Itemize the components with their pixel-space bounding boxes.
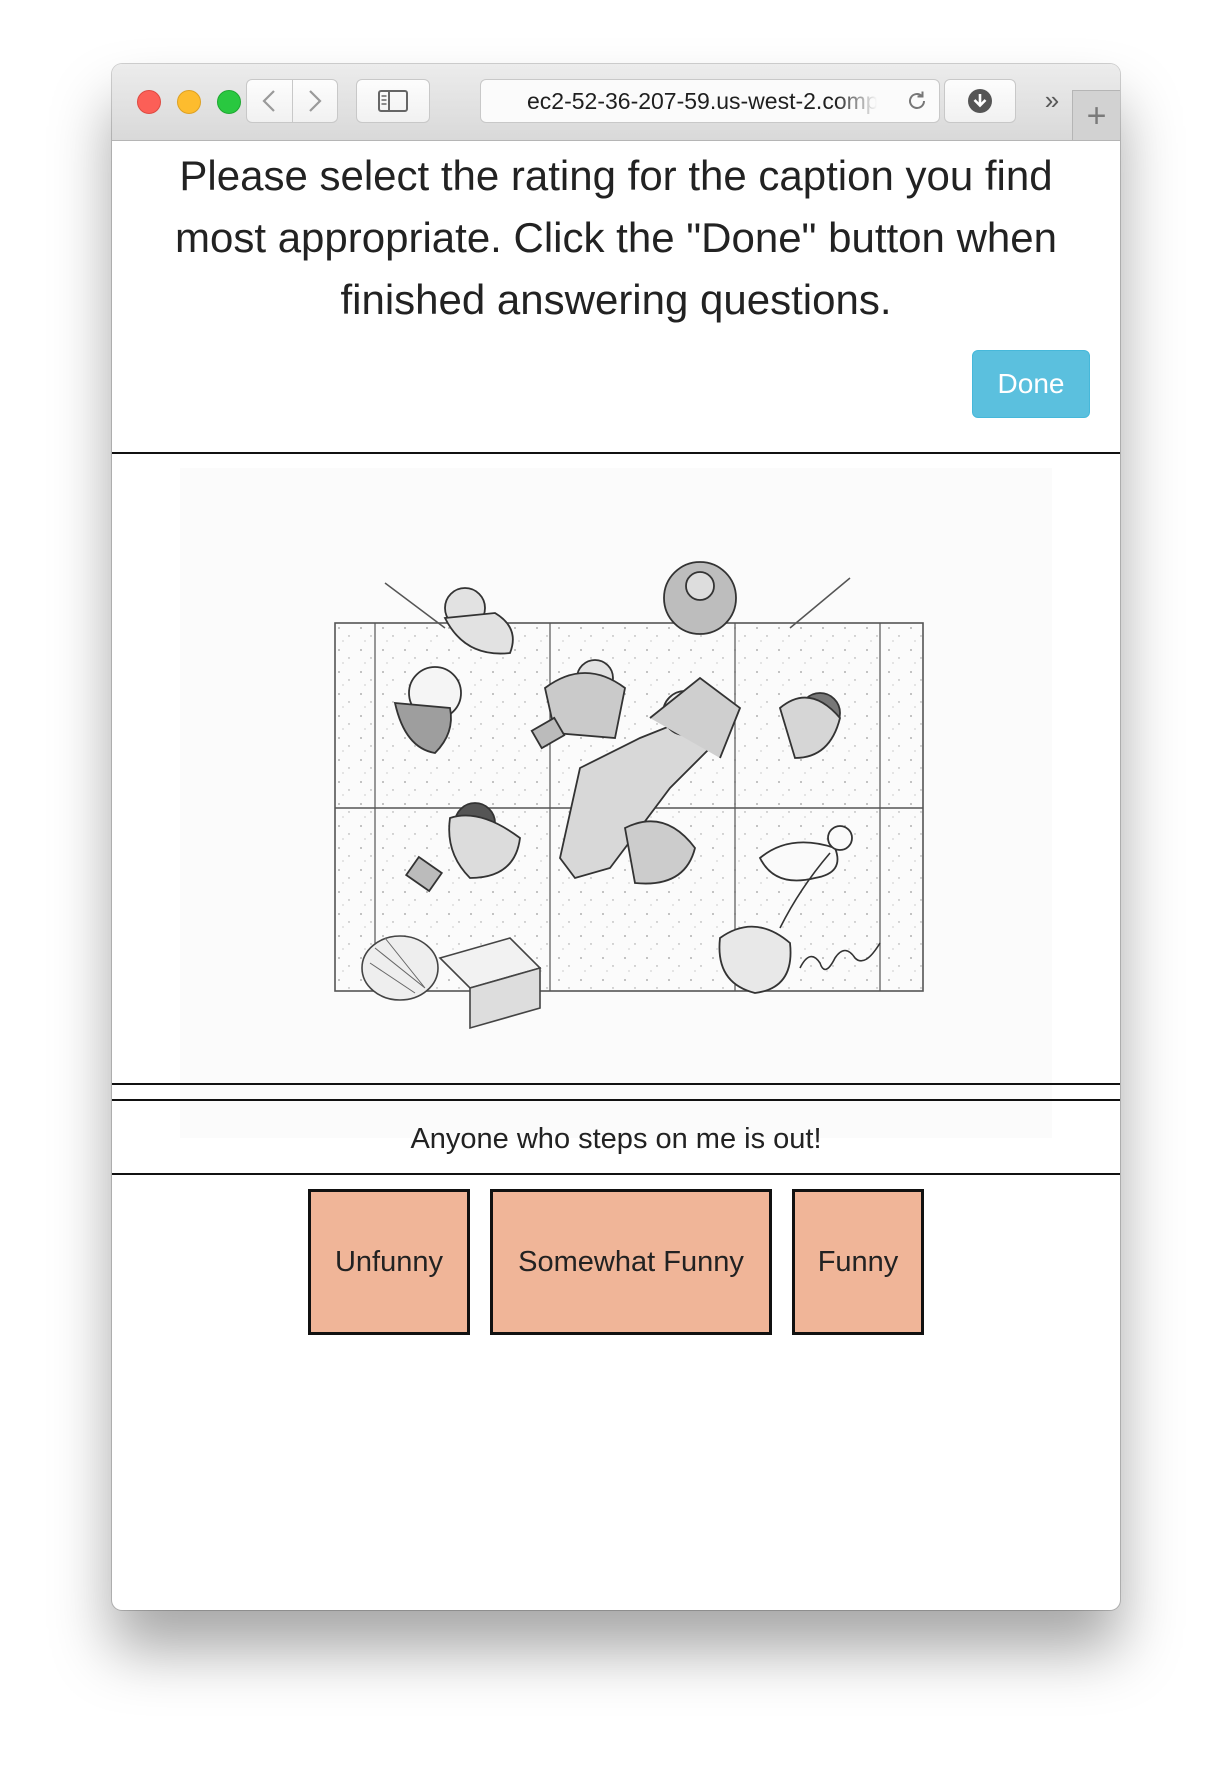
minimize-window-button[interactable] [177,90,201,114]
overflow-chevron-icon[interactable]: » [1030,78,1070,122]
download-icon [967,88,993,114]
downloads-button[interactable] [944,79,1016,123]
sidebar-icon [378,90,408,112]
done-button[interactable]: Done [972,350,1090,418]
divider [112,1083,1120,1085]
rating-funny-button[interactable]: Funny [792,1189,924,1335]
close-window-button[interactable] [137,90,161,114]
back-forward-group [246,79,338,123]
page-content: Please select the rating for the caption… [112,141,1120,1610]
rating-unfunny-button[interactable]: Unfunny [308,1189,470,1335]
new-tab-button[interactable]: + [1072,90,1120,140]
instructions-text: Please select the rating for the caption… [175,152,1057,323]
browser-toolbar: ec2-52-36-207-59.us-west-2.compute.amazo… [112,64,1120,141]
rating-somewhat-funny-button[interactable]: Somewhat Funny [490,1189,772,1335]
url-text: ec2-52-36-207-59.us-west-2.compute.amazo… [527,88,877,114]
divider [112,452,1120,454]
divider [112,1173,1120,1175]
sidebar-toggle-button[interactable] [356,79,430,123]
forward-icon[interactable] [293,80,338,122]
back-icon[interactable] [247,80,293,122]
zoom-window-button[interactable] [217,90,241,114]
cartoon-image [180,468,1052,1138]
browser-window: ec2-52-36-207-59.us-west-2.compute.amazo… [112,64,1120,1610]
reload-icon[interactable] [905,89,929,118]
address-bar[interactable]: ec2-52-36-207-59.us-west-2.compute.amazo… [480,79,940,123]
caption-text: Anyone who steps on me is out! [410,1123,822,1155]
divider [112,1099,1120,1101]
